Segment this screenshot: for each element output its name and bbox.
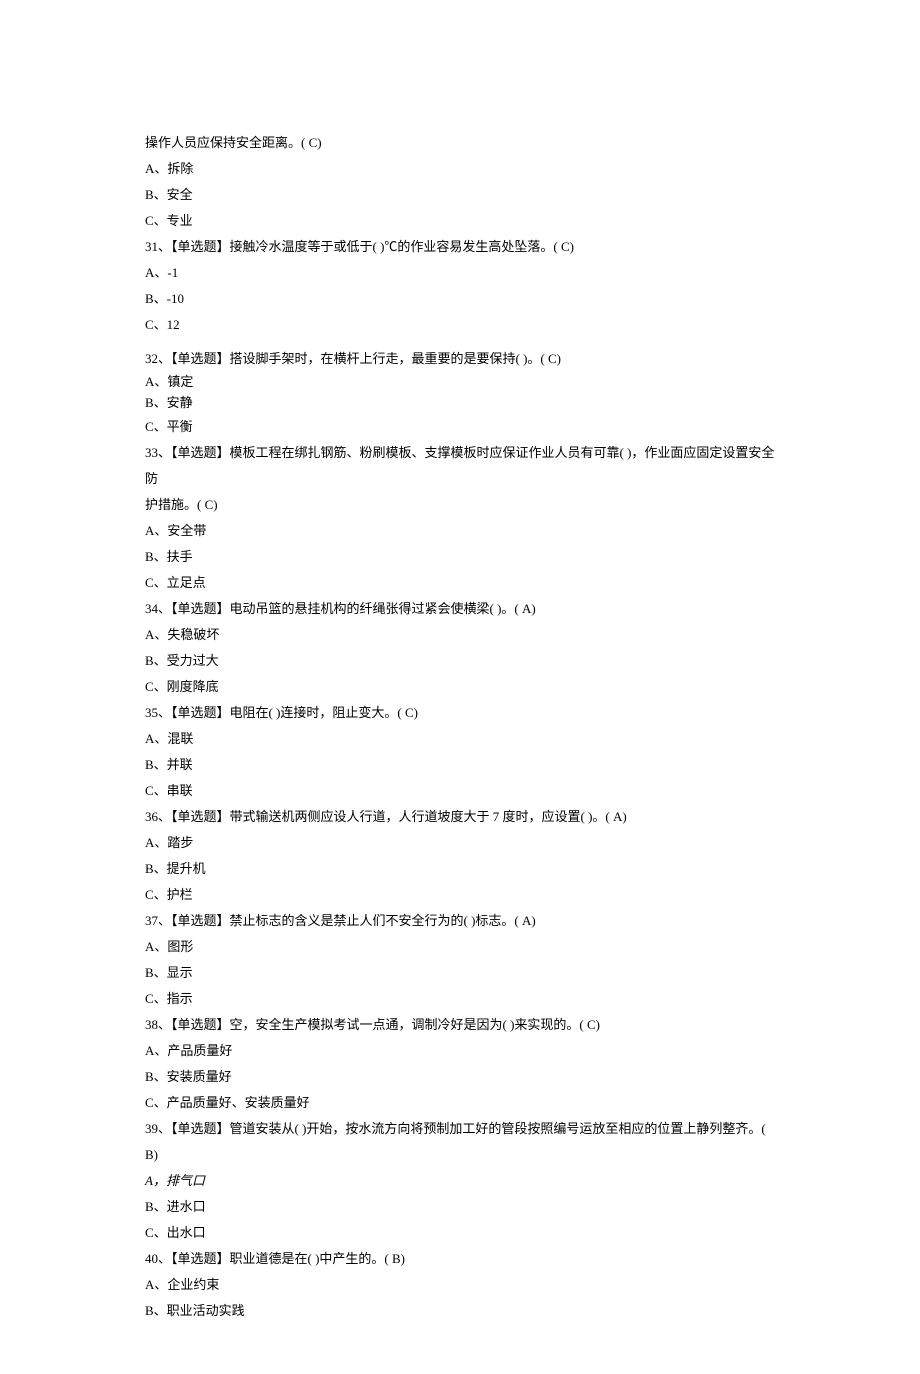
intro-opt-b: B、安全 <box>145 182 775 208</box>
q31-opt-b: B、-10 <box>145 286 775 312</box>
q31-text: 31、【单选题】接触冷水温度等于或低于( )℃的作业容易发生高处坠落。( C) <box>145 234 775 260</box>
q31-opt-a: A、-1 <box>145 260 775 286</box>
q32-opt-c: C、平衡 <box>145 414 775 440</box>
q34-opt-b: B、受力过大 <box>145 648 775 674</box>
q36-opt-a: A、踏步 <box>145 830 775 856</box>
q37-text: 37、【单选题】禁止标志的含义是禁止人们不安全行为的( )标志。( A) <box>145 908 775 934</box>
q37-opt-c: C、指示 <box>145 986 775 1012</box>
q34-opt-a: A、失稳破坏 <box>145 622 775 648</box>
q33-text-b: 护措施。( C) <box>145 492 775 518</box>
q36-opt-b: B、提升机 <box>145 856 775 882</box>
q32-opt-b: B、安静 <box>145 393 775 414</box>
q33-opt-a: A、安全带 <box>145 518 775 544</box>
q35-opt-a: A、混联 <box>145 726 775 752</box>
q39-text: 39、【单选题】管道安装从( )开始，按水流方向将预制加工好的管段按照编号运放至… <box>145 1116 775 1168</box>
q39-opt-a: A，排气口 <box>145 1168 775 1194</box>
q35-opt-c: C、串联 <box>145 778 775 804</box>
q38-opt-b: B、安装质量好 <box>145 1064 775 1090</box>
q39-opt-c: C、出水口 <box>145 1220 775 1246</box>
q36-text: 36、【单选题】带式输送机两侧应设人行道，人行道坡度大于 7 度时，应设置( )… <box>145 804 775 830</box>
q40-opt-b: B、职业活动实践 <box>145 1298 775 1324</box>
intro-opt-a: A、拆除 <box>145 156 775 182</box>
q40-opt-a: A、企业约束 <box>145 1272 775 1298</box>
q35-text: 35、【单选题】电阻在( )连接时，阻止变大。( C) <box>145 700 775 726</box>
q40-text: 40、【单选题】职业道德是在( )中产生的。( B) <box>145 1246 775 1272</box>
intro-text: 操作人员应保持安全距离。( C) <box>145 130 775 156</box>
q33-opt-b: B、扶手 <box>145 544 775 570</box>
q36-opt-c: C、护栏 <box>145 882 775 908</box>
q39-opt-b: B、进水口 <box>145 1194 775 1220</box>
q34-text: 34、【单选题】电动吊篮的悬挂机构的纤绳张得过紧会使横梁( )。( A) <box>145 596 775 622</box>
q32-text: 32、【单选题】搭设脚手架时，在横杆上行走，最重要的是要保持( )。( C) <box>145 346 775 372</box>
q34-opt-c: C、刚度降底 <box>145 674 775 700</box>
q33-opt-c: C、立足点 <box>145 570 775 596</box>
q38-text: 38、【单选题】空，安全生产模拟考试一点通，调制冷好是因为( )来实现的。( C… <box>145 1012 775 1038</box>
intro-opt-c: C、专业 <box>145 208 775 234</box>
q37-opt-b: B、显示 <box>145 960 775 986</box>
q35-opt-b: B、并联 <box>145 752 775 778</box>
q38-opt-a: A、产品质量好 <box>145 1038 775 1064</box>
q38-opt-c: C、产品质量好、安装质量好 <box>145 1090 775 1116</box>
q31-opt-c: C、12 <box>145 312 775 338</box>
q37-opt-a: A、图形 <box>145 934 775 960</box>
q33-text-a: 33、【单选题】模板工程在绑扎钢筋、粉刷模板、支撑模板时应保证作业人员有可靠( … <box>145 440 775 492</box>
q32-opt-a: A、镇定 <box>145 372 775 393</box>
